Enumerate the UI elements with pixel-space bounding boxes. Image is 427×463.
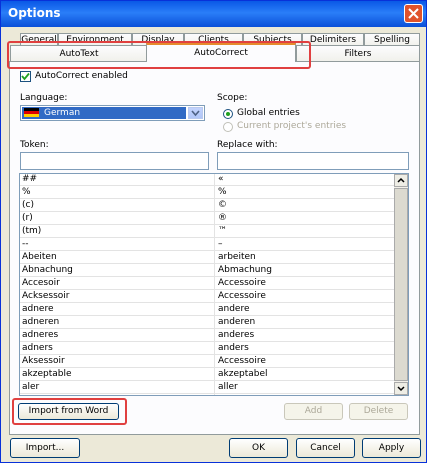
replacement-cell: akzeptabel [218,369,268,379]
replacement-cell: aller [218,382,238,392]
scope-global-label: Global entries [237,108,300,118]
import-button[interactable]: Import... [10,438,80,458]
replacement-cell: % [218,187,227,197]
autocorrect-list[interactable]: ## «%% (c) © (r) ® (tm) ™ -- – Abeiten arbeiten Abna… [19,173,409,396]
replacement-cell: Abmachung [218,265,272,275]
replacement-cell: Accessoire [218,356,266,366]
tab-filters[interactable]: Filters [296,45,420,62]
token-cell: ## [22,174,38,184]
list-item[interactable]: ## « [20,174,394,186]
replacement-cell: andere [218,304,250,314]
language-label: Language: [20,93,68,103]
replacement-cell: anders [218,343,249,353]
apply-button[interactable]: Apply [362,438,421,458]
list-item[interactable]: akzeptable akzeptabel [20,369,394,381]
token-cell: adneres [22,330,59,340]
list-item[interactable]: (c) © [20,200,394,212]
checkmark-icon [21,72,30,81]
scroll-down-button[interactable] [394,382,408,395]
token-cell: % [22,187,31,197]
token-cell: Abeiten [22,252,57,262]
list-item[interactable]: Aksessoir Accessoire [20,356,394,368]
token-cell: (tm) [22,226,42,236]
list-item[interactable]: adners anders [20,343,394,355]
scroll-thumb[interactable] [394,188,408,381]
replacement-cell: arbeiten [218,252,256,262]
add-button[interactable]: Add [284,403,343,420]
window-title: Options [8,6,61,20]
token-cell: Acksessoir [22,291,70,301]
delete-button[interactable]: Delete [349,403,408,420]
replacement-cell: ™ [218,226,227,236]
list-item[interactable]: adneres anderes [20,330,394,342]
token-cell: akzeptable [22,369,72,379]
replacement-cell: Accessoire [218,278,266,288]
token-cell: adners [22,343,53,353]
replacement-cell: anderes [218,330,255,340]
options-dialog: Options General Environment Display Clie… [0,0,427,463]
close-button[interactable] [404,4,423,23]
list-item[interactable]: (tm) ™ [20,226,394,238]
list-item[interactable]: adneren anderen [20,317,394,329]
replace-input[interactable] [217,152,409,170]
replacement-cell: Accessoire [218,291,266,301]
token-cell: Aksessoir [22,356,65,366]
list-item[interactable]: Accesoir Accessoire [20,278,394,290]
token-cell: (c) [22,200,34,210]
scope-project-label: Current project's entries [237,121,347,131]
scroll-up-button[interactable] [394,174,408,187]
list-item[interactable]: (r) ® [20,213,394,225]
close-icon [408,8,419,19]
token-cell: adneren [22,317,60,327]
replacement-cell: ® [218,213,227,223]
cancel-button[interactable]: Cancel [296,438,355,458]
arrow-down-icon [397,386,405,392]
replacement-cell: © [218,200,227,210]
highlight-import-word [12,398,127,425]
chevron-down-icon[interactable] [188,107,203,119]
scope-project-radio[interactable] [223,122,233,132]
list-item[interactable]: -- – [20,239,394,251]
language-value: German [22,107,186,119]
german-flag-icon [24,108,39,117]
language-select[interactable]: German [20,105,205,121]
token-label: Token: [20,140,49,150]
highlight-tabs [7,41,311,69]
ok-button[interactable]: OK [229,438,288,458]
list-item[interactable]: Acksessoir Accessoire [20,291,394,303]
list-item[interactable]: aler aller [20,382,394,394]
token-cell: Accesoir [22,278,60,288]
token-cell: (r) [22,213,33,223]
token-cell: -- [22,239,29,249]
token-cell: aler [22,382,40,392]
autocorrect-enabled-label: AutoCorrect enabled [35,71,128,81]
scope-label: Scope: [217,93,248,103]
arrow-up-icon [397,177,405,183]
list-item[interactable]: %% [20,187,394,199]
replace-label: Replace with: [217,140,278,150]
token-cell: adnere [22,304,54,314]
list-item[interactable]: adnere andere [20,304,394,316]
replacement-cell: « [218,174,224,184]
token-input[interactable] [20,152,209,170]
list-item[interactable]: Abeiten arbeiten [20,252,394,264]
scope-global-radio[interactable] [223,109,233,119]
replacement-cell: – [218,239,223,249]
replacement-cell: anderen [218,317,256,327]
autocorrect-enabled-checkbox[interactable] [20,71,31,82]
list-item[interactable]: Abnachung Abmachung [20,265,394,277]
token-cell: Abnachung [22,265,73,275]
column-divider [214,174,215,395]
title-bar[interactable]: Options [1,1,426,27]
vertical-scrollbar[interactable] [394,174,408,395]
